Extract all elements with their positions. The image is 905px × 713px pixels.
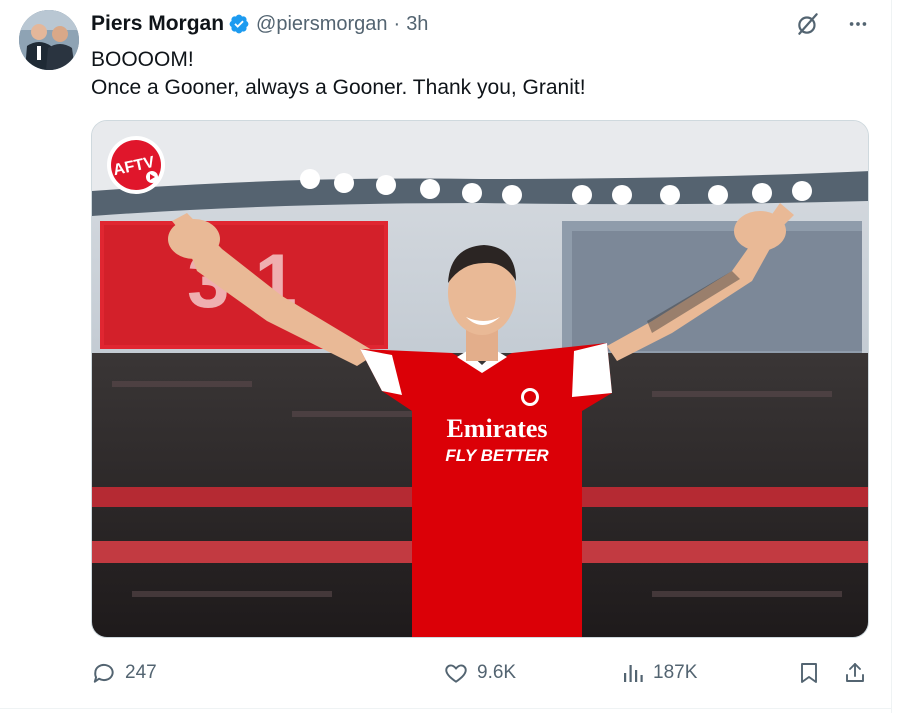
reply-count: 247: [125, 662, 157, 683]
like-button[interactable]: 9.6K: [443, 656, 516, 690]
author-avatar[interactable]: [19, 10, 79, 70]
author-handle[interactable]: @piersmorgan: [256, 13, 387, 36]
verified-badge-icon: [229, 14, 249, 34]
tweet-line-1: BOOOOM!: [91, 48, 194, 71]
tweet-top-actions: [795, 11, 869, 37]
share-icon: [846, 663, 864, 682]
shirt-sponsor-2: FLY BETTER: [445, 446, 549, 465]
tweet-photo[interactable]: 3-1 Emirates FLY BETTER: [91, 120, 869, 638]
tweet-text: BOOOOM! Once a Gooner, always a Gooner. …: [91, 46, 851, 102]
shirt-sponsor-1: Emirates: [446, 414, 547, 443]
grok-icon[interactable]: [795, 11, 821, 37]
like-count: 9.6K: [477, 662, 517, 683]
bookmark-icon: [801, 663, 817, 683]
views-button[interactable]: 187K: [621, 656, 697, 690]
tweet-header: Piers Morgan @piersmorgan · 3h: [91, 11, 428, 37]
tweet-divider: [0, 708, 891, 709]
share-button[interactable]: [843, 656, 875, 690]
bookmark-button[interactable]: [797, 656, 829, 690]
separator-dot: ·: [393, 12, 401, 35]
tweet-line-2: Once a Gooner, always a Gooner. Thank yo…: [91, 76, 586, 99]
view-count: 187K: [653, 662, 698, 683]
tweet-actions: 247 9.6K 187K: [91, 656, 871, 690]
author-name[interactable]: Piers Morgan: [91, 12, 224, 36]
tweet-time[interactable]: 3h: [406, 13, 428, 36]
more-icon[interactable]: [847, 13, 869, 35]
like-icon: [445, 664, 467, 683]
reply-button[interactable]: 247: [91, 656, 157, 690]
views-icon: [624, 665, 643, 682]
column-divider: [891, 0, 892, 713]
reply-icon: [93, 663, 114, 683]
